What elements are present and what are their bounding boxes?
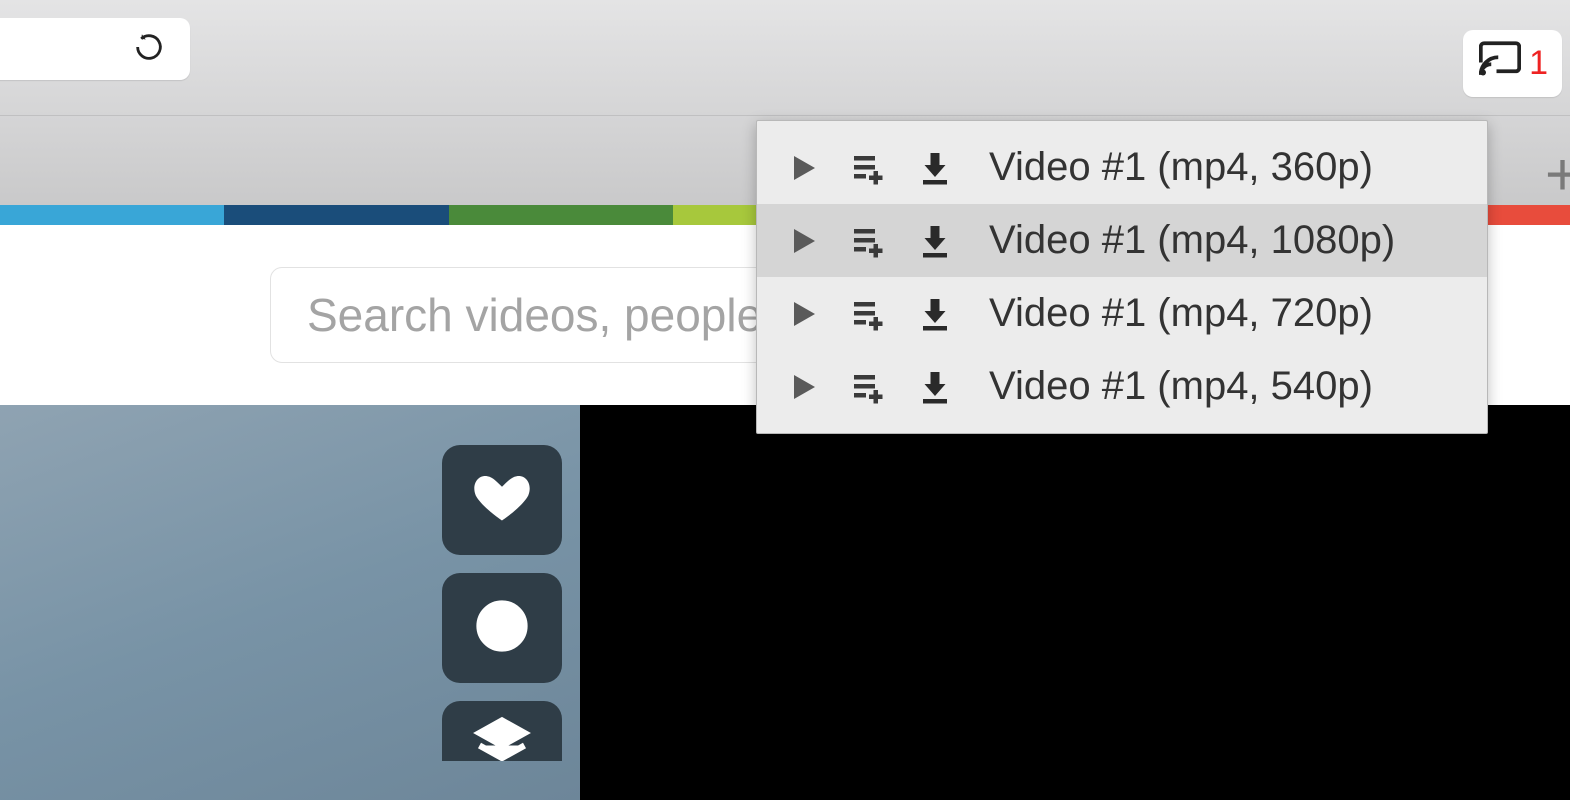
video-option-row[interactable]: Video #1 (mp4, 1080p) — [757, 204, 1487, 277]
video-option-row[interactable]: Video #1 (mp4, 540p) — [757, 350, 1487, 423]
video-option-row[interactable]: Video #1 (mp4, 360p) — [757, 131, 1487, 204]
add-to-queue-icon[interactable] — [851, 223, 887, 259]
play-icon[interactable] — [785, 150, 821, 186]
video-thumbnail[interactable] — [0, 405, 580, 800]
browser-toolbar: 1 — [0, 0, 1570, 115]
cast-badge-count: 1 — [1529, 44, 1548, 83]
video-option-label: Video #1 (mp4, 360p) — [989, 145, 1459, 190]
add-to-queue-icon[interactable] — [851, 369, 887, 405]
download-icon[interactable] — [917, 223, 953, 259]
play-icon[interactable] — [785, 223, 821, 259]
thumbnail-actions — [442, 445, 562, 761]
page-content — [0, 405, 1570, 800]
video-option-label: Video #1 (mp4, 720p) — [989, 291, 1459, 336]
layers-icon — [472, 713, 532, 761]
like-button[interactable] — [442, 445, 562, 555]
add-to-queue-icon[interactable] — [851, 150, 887, 186]
watch-later-button[interactable] — [442, 573, 562, 683]
download-icon[interactable] — [917, 150, 953, 186]
clock-icon — [472, 596, 532, 661]
video-option-row[interactable]: Video #1 (mp4, 720p) — [757, 277, 1487, 350]
heart-icon — [472, 468, 532, 533]
play-icon[interactable] — [785, 369, 821, 405]
add-to-queue-icon[interactable] — [851, 296, 887, 332]
cast-extension-button[interactable]: 1 — [1463, 30, 1562, 97]
play-icon[interactable] — [785, 296, 821, 332]
collections-button[interactable] — [442, 701, 562, 761]
reload-icon[interactable] — [132, 30, 166, 69]
video-list-dropdown: Video #1 (mp4, 360p) Video #1 (mp4, 1080p… — [756, 120, 1488, 434]
address-bar[interactable] — [0, 18, 190, 80]
cast-icon — [1479, 40, 1521, 87]
download-icon[interactable] — [917, 296, 953, 332]
video-option-label: Video #1 (mp4, 540p) — [989, 364, 1459, 409]
video-player-area[interactable] — [580, 405, 1570, 800]
add-tab-icon[interactable]: + — [1545, 140, 1570, 209]
download-icon[interactable] — [917, 369, 953, 405]
video-option-label: Video #1 (mp4, 1080p) — [989, 218, 1459, 263]
